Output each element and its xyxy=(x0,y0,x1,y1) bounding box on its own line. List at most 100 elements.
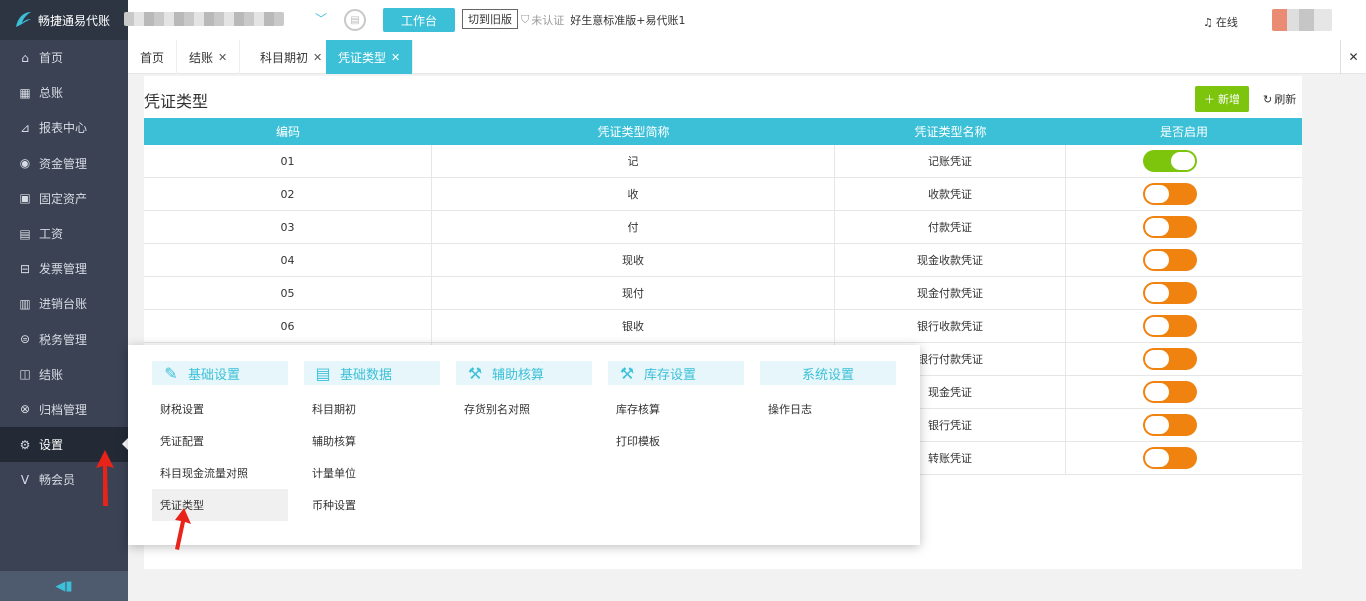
home-icon: ⌂ xyxy=(21,50,29,65)
table-row[interactable]: 06 银收 银行收款凭证 xyxy=(144,310,1302,343)
sidebar-item-label: 工资 xyxy=(39,227,64,242)
avatar[interactable] xyxy=(1272,9,1332,31)
settings-menu-item[interactable]: 财税设置 xyxy=(152,393,288,425)
cell-code: 02 xyxy=(144,178,432,210)
settings-menu-item[interactable]: 辅助核算 xyxy=(304,425,440,457)
tab-label: 科目期初 xyxy=(260,50,309,65)
sidebar-item[interactable]: ◉ 资金管理 xyxy=(0,146,128,181)
tab-account-opening[interactable]: 科目期初 ✕ xyxy=(248,40,336,74)
settings-menu-item[interactable]: 凭证配置 xyxy=(152,425,288,457)
cell-code: 03 xyxy=(144,211,432,243)
page-title: 凭证类型 xyxy=(144,92,209,111)
add-button-label: 新增 xyxy=(1218,93,1240,106)
cell-enabled xyxy=(1066,145,1302,177)
certification-status: ⛉ 未认证 好生意标准版+易代账1 xyxy=(521,12,685,28)
close-all-tabs-icon[interactable]: ✕ xyxy=(1340,40,1366,74)
tab-bar: 首页 结账 ✕ 科目期初 ✕ 凭证类型 ✕ ✕ xyxy=(128,40,1366,74)
table-row[interactable]: 03 付付款凭证 xyxy=(144,211,1302,244)
sidebar-item[interactable]: ▥ 进销台账 xyxy=(0,286,128,321)
tab-label: 结账 xyxy=(189,50,214,65)
switch-old-version-button[interactable]: 切到旧版 xyxy=(462,9,518,29)
sidebar-item-label: 资金管理 xyxy=(39,156,88,171)
cell-name: 银行收款凭证 xyxy=(835,310,1066,342)
settings-menu-item[interactable]: 库存核算 xyxy=(608,393,744,425)
enabled-toggle[interactable] xyxy=(1143,414,1197,436)
settings-menu-heading: ▤ 基础数据 xyxy=(304,361,440,385)
tab-home[interactable]: 首页 xyxy=(128,40,178,74)
gear-icon: ⚙ xyxy=(19,437,31,452)
invoice-icon: ⊟ xyxy=(19,261,31,276)
toggle-knob xyxy=(1145,317,1169,335)
logo[interactable]: 畅捷通易代账 xyxy=(0,0,128,40)
close-icon[interactable]: ✕ xyxy=(218,51,227,64)
settings-menu-item[interactable]: 科目期初 xyxy=(304,393,440,425)
tab-voucher-type[interactable]: 凭证类型 ✕ xyxy=(326,40,414,74)
cell-enabled xyxy=(1066,409,1302,441)
enabled-toggle[interactable] xyxy=(1143,183,1197,205)
table-row[interactable]: 02 收收款凭证 xyxy=(144,178,1302,211)
enabled-toggle[interactable] xyxy=(1143,150,1197,172)
sidebar-item-label: 结账 xyxy=(39,367,64,382)
settings-menu-item[interactable]: 科目现金流量对照 xyxy=(152,457,288,489)
cell-name: 记账凭证 xyxy=(835,145,1066,177)
collapse-icon: ◀▮ xyxy=(55,578,73,594)
company-select[interactable]: ﹀ xyxy=(118,7,333,31)
sidebar-item-label: 首页 xyxy=(39,51,64,66)
enabled-toggle[interactable] xyxy=(1143,249,1197,271)
settings-menu-item[interactable]: 操作日志 xyxy=(760,393,896,425)
online-status[interactable]: ♫ 在线 xyxy=(1203,14,1238,30)
sidebar-item[interactable]: ⊜ 税务管理 xyxy=(0,322,128,357)
online-label: 在线 xyxy=(1215,16,1238,29)
add-button[interactable]: ＋新增 xyxy=(1195,86,1249,112)
enabled-toggle[interactable] xyxy=(1143,381,1197,403)
table-row[interactable]: 01 记记账凭证 xyxy=(144,145,1302,178)
cell-short-name: 现收 xyxy=(432,244,835,276)
enabled-toggle[interactable] xyxy=(1143,282,1197,304)
settings-menu-item[interactable]: 存货别名对照 xyxy=(456,393,592,425)
sidebar-item[interactable]: ◫ 结账 xyxy=(0,357,128,392)
sidebar-item[interactable]: ▦ 总账 xyxy=(0,75,128,110)
sidebar-item[interactable]: ⊗ 归档管理 xyxy=(0,392,128,427)
enabled-toggle[interactable] xyxy=(1143,315,1197,337)
close-icon[interactable]: ✕ xyxy=(313,51,322,64)
sidebar-item-label: 进销台账 xyxy=(39,297,88,312)
sidebar-item-label: 设置 xyxy=(39,438,64,453)
settings-menu-heading-label: 基础数据 xyxy=(340,367,393,383)
settings-menu-heading: 系统设置 xyxy=(760,361,896,385)
close-icon[interactable]: ✕ xyxy=(391,51,400,64)
settings-menu-item[interactable]: 计量单位 xyxy=(304,457,440,489)
chevron-down-icon[interactable]: ﹀ xyxy=(315,10,327,27)
tab-closing[interactable]: 结账 ✕ xyxy=(177,40,241,74)
chart-icon: ⊿ xyxy=(19,120,31,135)
refresh-icon: ↻ xyxy=(1263,92,1273,106)
settings-menu-column: ⚒ 辅助核算 存货别名对照 xyxy=(456,361,592,425)
red-arrow-annotation xyxy=(175,508,191,550)
settings-menu-heading-label: 库存设置 xyxy=(644,367,697,383)
sidebar-item[interactable]: ▣ 固定资产 xyxy=(0,181,128,216)
enabled-toggle[interactable] xyxy=(1143,447,1197,469)
sidebar-item[interactable]: ⊿ 报表中心 xyxy=(0,110,128,145)
sidebar-item[interactable]: ▤ 工资 xyxy=(0,216,128,251)
cell-enabled xyxy=(1066,244,1302,276)
settings-menu-item[interactable]: 打印模板 xyxy=(608,425,744,457)
cell-code: 01 xyxy=(144,145,432,177)
sidebar-item[interactable]: ⊟ 发票管理 xyxy=(0,251,128,286)
cell-enabled xyxy=(1066,376,1302,408)
refresh-button[interactable]: ↻ 刷新 xyxy=(1263,91,1296,107)
enabled-toggle[interactable] xyxy=(1143,348,1197,370)
basic-settings-icon: ✎ xyxy=(164,363,178,383)
collapse-sidebar-button[interactable]: ◀▮ xyxy=(0,571,128,601)
table-row[interactable]: 05 现付 现金付款凭证 xyxy=(144,277,1302,310)
plus-icon: ＋ xyxy=(1204,93,1215,106)
cell-name: 现金付款凭证 xyxy=(835,277,1066,309)
table-row[interactable]: 04 现收 现金收款凭证 xyxy=(144,244,1302,277)
document-icon[interactable]: ▤ xyxy=(344,9,366,31)
tax-icon: ⊜ xyxy=(19,332,31,347)
workbench-button[interactable]: 工作台 xyxy=(383,8,455,32)
sidebar-item[interactable]: ⌂ 首页 xyxy=(0,40,128,75)
toggle-knob xyxy=(1145,416,1169,434)
cert-status-label[interactable]: 未认证 xyxy=(531,12,564,28)
settings-menu-item[interactable]: 币种设置 xyxy=(304,489,440,521)
sidebar-item-label: 畅会员 xyxy=(39,473,76,488)
enabled-toggle[interactable] xyxy=(1143,216,1197,238)
